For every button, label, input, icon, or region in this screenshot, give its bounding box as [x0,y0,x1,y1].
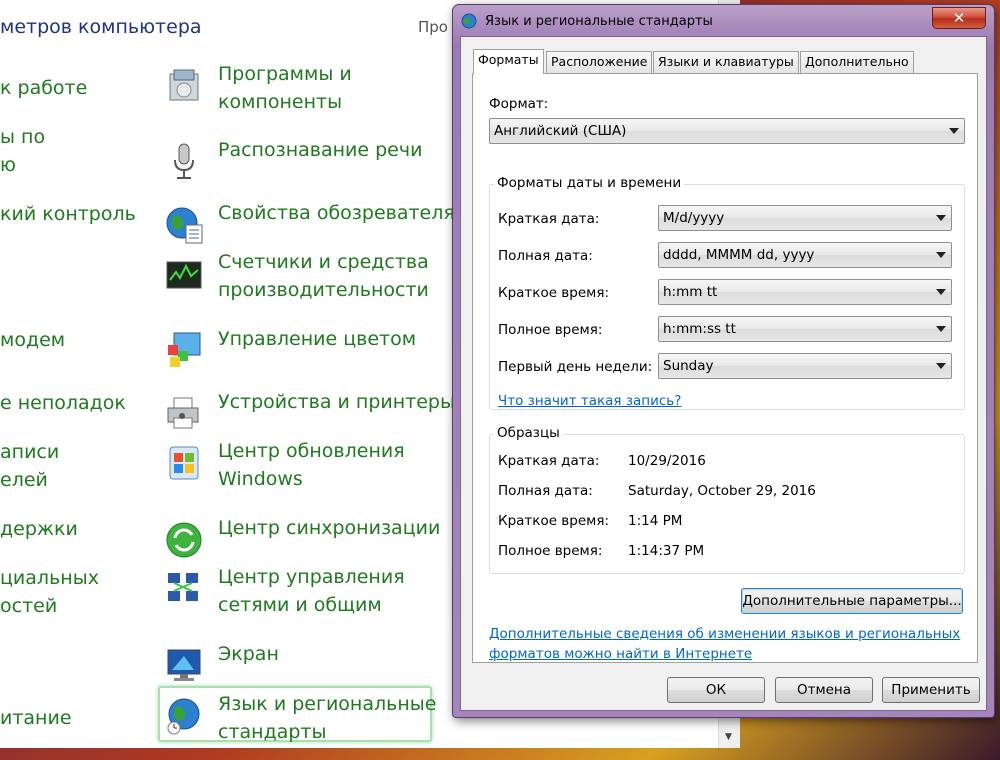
globe-icon [166,207,203,244]
cp-item-label: Управление цветом [218,328,417,350]
cp-item-label: Устройства и принтеры [218,391,455,413]
cp-item-label: производительности [218,279,429,301]
globe-icon [461,13,477,29]
control-panel-view-label: Про [418,18,448,36]
sample-short-time-label: Краткое время: [498,513,609,529]
cp-item-color-management[interactable]: Управление цветом [160,323,440,383]
chevron-down-icon [949,128,959,134]
cp-item-label: Распознавание речи [218,139,423,161]
short-time-select[interactable]: h:mm tt [658,279,952,305]
short-time-label: Краткое время: [498,285,609,301]
cp-item-label: Язык и региональные [218,693,437,715]
short-date-select[interactable]: M/d/yyyy [658,205,952,231]
format-label: Формат: [489,96,549,112]
short-date-label: Краткая дата: [498,211,600,227]
cp-item-speech[interactable]: Распознавание речи [160,134,440,194]
left-item-link[interactable]: елей [0,466,48,494]
region-globe-icon [167,698,200,735]
chevron-down-icon [936,252,946,258]
first-day-label: Первый день недели: [498,359,653,375]
notation-help-link[interactable]: Что значит такая запись? [498,391,681,411]
scroll-down-arrow-icon[interactable]: ▼ [725,732,732,742]
cp-item-label: Центр обновления [218,440,405,462]
tab-administrative[interactable]: Дополнительно [800,51,914,73]
cp-item-label: Экран [218,643,279,665]
control-panel-header: метров компьютера [0,16,202,38]
cp-item-network-center[interactable]: Центр управления сетями и общим [160,561,440,621]
chevron-down-icon [936,363,946,369]
dialog-title: Язык и региональные стандарты [485,14,713,29]
info-link-line-2[interactable]: форматов можно найти в Интернете [489,644,752,664]
sync-icon [166,522,202,558]
datetime-formats-group: Форматы даты и времени Краткая дата: M/d… [489,175,965,411]
long-date-select[interactable]: dddd, MMMM dd, yyyy [658,242,952,268]
format-select[interactable]: Английский (США) [489,118,965,144]
microphone-icon [174,143,194,179]
advanced-settings-button[interactable]: Дополнительные параметры... [741,588,963,614]
cp-item-label: Свойства обозревателя [218,202,455,224]
long-date-label: Полная дата: [498,248,593,264]
left-item-link[interactable]: ы по [0,123,45,151]
chevron-down-icon [936,326,946,332]
sample-long-time-label: Полное время: [498,543,603,559]
chevron-down-icon [936,215,946,221]
samples-group: Образцы Краткая дата: 10/29/2016 Полная … [489,425,965,574]
left-item-link[interactable]: остей [0,592,57,620]
left-item-link[interactable]: к работе [0,74,87,102]
cp-item-label: Центр синхронизации [218,517,441,539]
sample-long-date-label: Полная дата: [498,483,593,499]
cp-item-performance[interactable]: Счетчики и средства производительности [160,246,440,306]
windows-update-icon [169,446,199,480]
printer-icon [167,397,199,429]
cp-item-region-language[interactable]: Язык и региональные стандарты [158,686,436,743]
samples-title: Образцы [494,425,563,441]
sample-short-time-value: 1:14 PM [628,513,683,529]
cp-item-label: стандарты [218,721,327,743]
programs-icon [169,69,199,101]
chevron-down-icon [936,289,946,295]
cp-item-label: Счетчики и средства [218,251,429,273]
left-item-link[interactable]: кий контроль [0,200,136,228]
color-management-icon [168,332,201,367]
display-icon [167,649,201,681]
cp-item-label: Центр управления [218,566,405,588]
left-item-link[interactable]: итание [0,704,72,732]
cp-item-label: сетями и общим [218,594,382,616]
cp-item-programs[interactable]: Программы и компоненты [160,58,440,118]
long-time-select[interactable]: h:mm:ss tt [658,316,952,342]
region-language-dialog: Язык и региональные стандарты ✕ Форматы … [452,4,995,718]
sample-short-date-label: Краткая дата: [498,453,600,469]
datetime-formats-title: Форматы даты и времени [494,175,685,191]
cp-item-windows-update[interactable]: Центр обновления Windows [160,435,440,495]
left-item-link[interactable]: модем [0,326,65,354]
left-item-link[interactable]: ю [0,151,16,179]
long-time-label: Полное время: [498,322,603,338]
ok-button[interactable]: ОК [667,677,765,703]
left-item-link[interactable]: е неполадок [0,389,126,417]
left-item-link[interactable]: держки [0,515,78,543]
tab-formats[interactable]: Форматы [473,49,544,74]
apply-button[interactable]: Применить [882,677,980,703]
dialog-client-area: Форматы Расположение Языки и клавиатуры … [460,36,987,711]
network-icon [168,573,198,601]
left-item-link[interactable]: циальных [0,564,99,592]
cp-item-label: Программы и [218,63,352,85]
sample-short-date-value: 10/29/2016 [628,453,706,469]
sample-long-date-value: Saturday, October 29, 2016 [628,483,816,499]
info-link-line-1[interactable]: Дополнительные сведения об изменении язы… [489,624,960,644]
close-button[interactable]: ✕ [932,7,986,29]
sample-long-time-value: 1:14:37 PM [628,543,705,559]
tab-location[interactable]: Расположение [546,51,653,73]
first-day-select[interactable]: Sunday [658,353,952,379]
formats-tab-panel: Формат: Английский (США) Форматы даты и … [472,73,978,663]
left-item-link[interactable]: аписи [0,438,59,466]
tab-keyboards-languages[interactable]: Языки и клавиатуры [653,51,799,73]
cancel-button[interactable]: Отмена [775,677,873,703]
cp-item-label: Windows [218,468,303,490]
performance-icon [166,261,202,289]
cp-item-label: компоненты [218,91,343,113]
dialog-titlebar[interactable]: Язык и региональные стандарты ✕ [453,5,994,37]
